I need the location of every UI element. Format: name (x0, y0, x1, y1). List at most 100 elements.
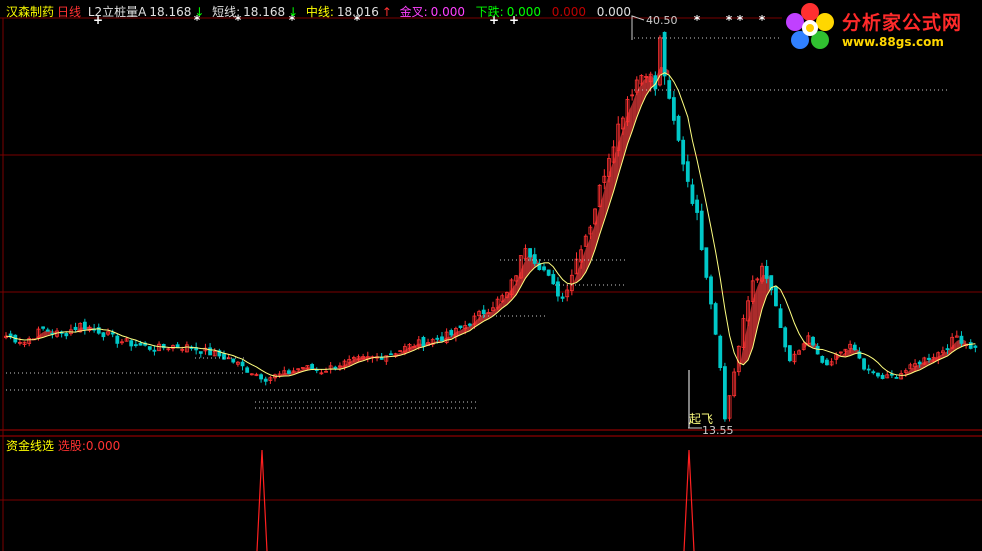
golden-value: 0.000 (430, 5, 465, 19)
candle-body (959, 335, 964, 344)
candle-body (64, 333, 69, 337)
candle-body (695, 199, 699, 213)
short-value: 18.168 (243, 5, 286, 19)
candle-body (718, 335, 723, 368)
candle-body (894, 377, 899, 379)
takeoff-label: 起飞 (689, 412, 713, 426)
golden-label: 金叉: (399, 5, 428, 19)
candle-body (542, 266, 546, 271)
candle-body (440, 336, 444, 342)
candle-body (852, 344, 857, 351)
candle-body (287, 370, 291, 374)
signal-mark: * (694, 13, 701, 27)
candle-body (259, 374, 263, 380)
candle-body (175, 344, 180, 349)
candle-body (133, 344, 138, 347)
logo-url: www.88gs.com (842, 35, 944, 49)
stock-name: 汉森制药 (6, 5, 55, 19)
period-label: 日线 (57, 5, 82, 19)
candle-body (73, 326, 78, 330)
candle-body (815, 345, 820, 355)
candle-body (671, 97, 676, 121)
band-segment (738, 345, 744, 372)
l2-label: L2立桩量A (87, 5, 147, 19)
chart-header: 汉森制药 日线 L2立桩量A 18.168 ↓, 短线: 18.168 ↓, 中线: 18.… (6, 5, 632, 19)
candle-body (560, 296, 565, 299)
candle-body (389, 353, 393, 356)
candle-body (41, 326, 46, 329)
band-segment (581, 248, 586, 279)
short-label: 短线: (212, 5, 241, 19)
candle-body (208, 347, 212, 356)
candle-body (263, 378, 268, 382)
candle-body (820, 356, 825, 363)
candle-body (764, 265, 769, 279)
candle-body (138, 342, 143, 346)
candle-body (45, 329, 50, 332)
candle-body (551, 274, 556, 285)
candle-body (467, 323, 472, 326)
ma-band (33, 66, 967, 378)
candle-body (667, 80, 672, 99)
candle-body (546, 269, 551, 276)
candle-body (245, 367, 250, 373)
candle-body (231, 358, 236, 363)
site-logo[interactable]: 分析家公式网 www.88gs.com (782, 0, 982, 56)
l2-arrow: ↓ (194, 5, 205, 19)
candle-body (713, 303, 718, 335)
candle-body (101, 332, 106, 338)
candle-body (699, 210, 704, 250)
candle-body (676, 115, 681, 141)
candle-body (681, 139, 686, 165)
candle-body (421, 337, 426, 347)
candle-body (240, 361, 245, 367)
candle-body (528, 248, 533, 258)
candles (4, 31, 978, 422)
grid-lines (0, 17, 982, 551)
candle-body (110, 332, 115, 335)
select-label: 选股: (57, 439, 86, 453)
indicator-name: 资金线选 (6, 439, 55, 453)
candle-body (532, 254, 537, 264)
candle-body (82, 321, 87, 330)
mid-line (5, 72, 976, 377)
candle-body (690, 184, 695, 204)
candle-body (662, 31, 667, 77)
flower-icon (786, 3, 834, 49)
extra-value-2: 0.000 (596, 5, 632, 19)
mid-arrow: ↑ (381, 5, 392, 19)
candle-body (783, 327, 788, 348)
candle-body (115, 335, 120, 344)
band-segment (571, 274, 577, 288)
candle-body (973, 345, 978, 348)
candle-body (704, 247, 709, 278)
candle-body (917, 361, 922, 365)
candle-body (709, 276, 713, 305)
candle-body (449, 330, 454, 336)
support-lines (6, 15, 950, 429)
candle-body (876, 372, 880, 377)
candle-body (198, 351, 203, 354)
candlestick-chart[interactable]: + * * * * + + * * * * 40.50 13.55 起飞 (0, 0, 982, 551)
candle-body (152, 349, 157, 352)
mid-line-path (5, 72, 976, 377)
candle-body (774, 286, 778, 307)
high-label: 40.50 (646, 14, 678, 27)
candle-body (435, 337, 440, 340)
candle-body (880, 374, 885, 379)
select-value: 0.000 (85, 439, 121, 453)
candle-body (723, 366, 727, 420)
candle-body (333, 366, 338, 369)
mid-label: 中线: (305, 5, 334, 19)
candle-body (871, 371, 876, 374)
candle-body (481, 309, 486, 315)
candle-body (968, 342, 973, 349)
drop-value: 0.000 (506, 5, 542, 19)
logo-title: 分析家公式网 (842, 12, 963, 34)
candle-body (147, 346, 152, 350)
candle-body (811, 336, 815, 346)
candle-body (862, 358, 866, 370)
candle-body (945, 348, 950, 351)
short-arrow: ↓ (288, 5, 299, 19)
candle-body (458, 325, 463, 329)
